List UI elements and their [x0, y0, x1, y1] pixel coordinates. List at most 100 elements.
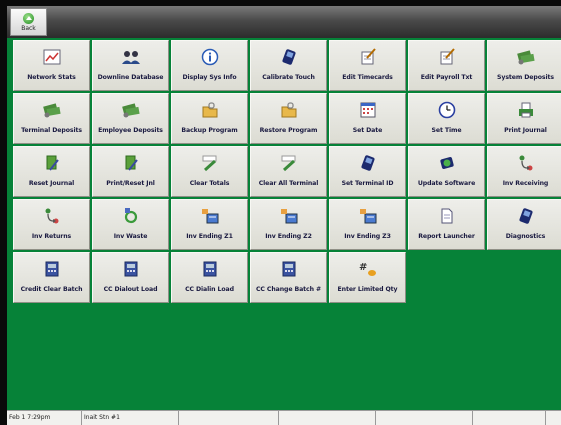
function-button-reset-journal[interactable]: Reset Journal [13, 146, 90, 197]
chart-icon [42, 48, 62, 66]
function-button-backup-program[interactable]: Backup Program [171, 93, 248, 144]
function-button-network-stats[interactable]: Network Stats [13, 40, 90, 91]
function-button-label: Restore Program [259, 127, 318, 134]
function-button-label: Inv Ending Z1 [186, 233, 233, 240]
eraser-icon [279, 154, 299, 172]
svg-text:#: # [359, 262, 367, 273]
function-button-cc-change-batch[interactable]: CC Change Batch # [250, 252, 327, 303]
register-icon [200, 260, 220, 278]
function-button-label: Credit Clear Batch [20, 286, 83, 293]
function-button-terminal-deposits[interactable]: Terminal Deposits [13, 93, 90, 144]
journal-icon [42, 154, 62, 172]
function-button-label: CC Dialin Load [185, 286, 234, 293]
function-button-restore-program[interactable]: Restore Program [250, 93, 327, 144]
edit-doc-icon [358, 48, 378, 66]
register-icon [279, 260, 299, 278]
function-button-label: Edit Payroll Txt [420, 74, 473, 81]
function-panel: Network Stats Downline Database Display Sy… [7, 38, 561, 410]
status-terminal: Inait Stn #1 [82, 411, 179, 425]
function-button-label: Print/Reset Jnl [106, 180, 155, 187]
function-button-set-date[interactable]: Set Date [329, 93, 406, 144]
function-button-clear-all-terminal[interactable]: Clear All Terminal [250, 146, 327, 197]
function-button-display-sys-info[interactable]: Display Sys Info [171, 40, 248, 91]
status-cell [376, 411, 473, 425]
transfer-icon [42, 207, 62, 225]
edit-doc-icon [437, 48, 457, 66]
function-button-set-terminal-id[interactable]: Set Terminal ID [329, 146, 406, 197]
function-button-report-launcher[interactable]: Report Launcher [408, 199, 485, 250]
function-button-employee-deposits[interactable]: Employee Deposits [92, 93, 169, 144]
function-button-enter-limited-qty[interactable]: # Enter Limited Qty [329, 252, 406, 303]
function-button-print-journal[interactable]: Print Journal [487, 93, 561, 144]
status-cell [279, 411, 376, 425]
register-icon [42, 260, 62, 278]
function-button-label: Enter Limited Qty [337, 286, 398, 293]
function-button-cc-dialout-load[interactable]: CC Dialout Load [92, 252, 169, 303]
report-icon [437, 207, 457, 225]
printer-icon [516, 101, 536, 119]
status-cell [179, 411, 279, 425]
function-button-set-time[interactable]: Set Time [408, 93, 485, 144]
function-button-label: Calibrate Touch [262, 74, 315, 81]
function-button-label: System Deposits [497, 74, 554, 81]
inventory-icon [200, 207, 220, 225]
inventory-icon [358, 207, 378, 225]
function-button-label: Clear Totals [189, 180, 230, 187]
function-button-label: Set Time [431, 127, 462, 134]
recycle-icon [121, 207, 141, 225]
function-button-clear-totals[interactable]: Clear Totals [171, 146, 248, 197]
money-icon [516, 48, 536, 66]
function-button-print-reset-jnl[interactable]: Print/Reset Jnl [92, 146, 169, 197]
money-icon [42, 101, 62, 119]
folder-lock-icon [200, 101, 220, 119]
function-button-label: Network Stats [27, 74, 76, 81]
function-button-diagnostics[interactable]: Diagnostics [487, 199, 561, 250]
back-arrow-icon [23, 12, 34, 24]
function-button-label: Edit Timecards [342, 74, 393, 81]
function-button-calibrate-touch[interactable]: Calibrate Touch [250, 40, 327, 91]
function-button-label: Diagnostics [505, 233, 546, 240]
eraser-icon [200, 154, 220, 172]
journal-icon [121, 154, 141, 172]
function-button-label: CC Dialout Load [103, 286, 158, 293]
function-button-label: CC Change Batch # [255, 286, 322, 293]
function-button-system-deposits[interactable]: System Deposits [487, 40, 561, 91]
transfer-icon [516, 154, 536, 172]
function-button-inv-waste[interactable]: Inv Waste [92, 199, 169, 250]
back-button[interactable]: Back [10, 8, 47, 36]
function-grid: Network Stats Downline Database Display Sy… [13, 40, 561, 303]
function-button-label: Downline Database [97, 74, 164, 81]
function-button-label: Inv Receiving [502, 180, 549, 187]
function-button-inv-receiving[interactable]: Inv Receiving [487, 146, 561, 197]
handheld-icon [516, 207, 536, 225]
function-button-cc-dialin-load[interactable]: CC Dialin Load [171, 252, 248, 303]
clock-icon [437, 101, 457, 119]
function-button-downline-database[interactable]: Downline Database [92, 40, 169, 91]
function-button-inv-ending-z3[interactable]: Inv Ending Z3 [329, 199, 406, 250]
back-button-label: Back [21, 24, 36, 32]
function-button-label: Print Journal [504, 127, 547, 134]
function-button-label: Set Date [352, 127, 383, 134]
status-bar: Feb 1 7:29pm Inait Stn #1 [7, 410, 561, 425]
function-button-label: Set Terminal ID [341, 180, 394, 187]
function-button-inv-returns[interactable]: Inv Returns [13, 199, 90, 250]
function-button-label: Update Software [417, 180, 476, 187]
function-button-label: Inv Ending Z2 [265, 233, 312, 240]
function-button-update-software[interactable]: Update Software [408, 146, 485, 197]
people-icon [121, 48, 141, 66]
function-button-inv-ending-z1[interactable]: Inv Ending Z1 [171, 199, 248, 250]
function-button-label: Inv Returns [31, 233, 72, 240]
status-datetime: Feb 1 7:29pm [7, 411, 82, 425]
function-button-inv-ending-z2[interactable]: Inv Ending Z2 [250, 199, 327, 250]
inventory-icon [279, 207, 299, 225]
hash-icon: # [358, 260, 378, 278]
function-button-edit-timecards[interactable]: Edit Timecards [329, 40, 406, 91]
function-button-credit-clear-batch[interactable]: Credit Clear Batch [13, 252, 90, 303]
function-button-label: Reset Journal [28, 180, 75, 187]
function-button-label: Inv Waste [113, 233, 148, 240]
update-icon [437, 154, 457, 172]
status-cell [473, 411, 546, 425]
function-button-label: Report Launcher [418, 233, 475, 240]
function-button-edit-payroll-txt[interactable]: Edit Payroll Txt [408, 40, 485, 91]
function-button-label: Backup Program [181, 127, 238, 134]
